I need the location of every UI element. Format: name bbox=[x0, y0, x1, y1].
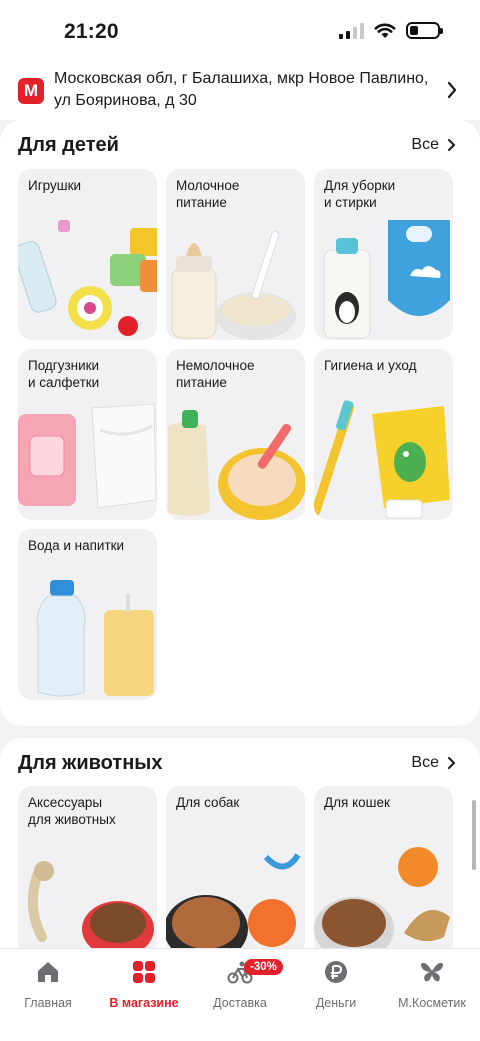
toys-image bbox=[18, 220, 157, 336]
category-tile-non-milk-nutrition[interactable]: Немолочное питание bbox=[166, 349, 305, 520]
tile-label: Для кошек bbox=[324, 795, 390, 810]
see-all-label: Все bbox=[411, 754, 439, 771]
cellular-signal-icon bbox=[339, 22, 364, 39]
tab-label: М.Косметик bbox=[398, 996, 466, 1010]
section-title: Для детей bbox=[18, 133, 119, 156]
bottom-tab-bar: Главная В магазине -30% Доставка Деньги bbox=[0, 948, 480, 1041]
tab-label: Главная bbox=[24, 996, 72, 1010]
tile-label: Немолочное питание bbox=[176, 358, 255, 390]
see-all-label: Все bbox=[411, 136, 439, 153]
category-tile-dogs[interactable]: Для собак bbox=[166, 786, 305, 957]
cat-food-image bbox=[314, 847, 450, 957]
tile-label: Аксессуары для животных bbox=[28, 795, 116, 827]
category-tile-pet-accessories[interactable]: Аксессуары для животных bbox=[18, 786, 157, 957]
home-icon bbox=[38, 962, 58, 982]
category-tile-hygiene[interactable]: Гигиена и уход bbox=[314, 349, 453, 520]
status-bar: 21:20 bbox=[0, 0, 480, 62]
category-tile-toys[interactable]: Игрушки bbox=[18, 169, 157, 340]
see-all-link[interactable]: Все bbox=[411, 754, 456, 772]
address-text: Московская обл, г Балашиха, мкр Новое Па… bbox=[54, 70, 429, 109]
tab-in-store[interactable]: В магазине bbox=[96, 959, 192, 1010]
tab-label: В магазине bbox=[109, 996, 179, 1010]
store-logo-icon: М bbox=[18, 78, 44, 104]
address-bar[interactable]: М Московская обл, г Балашиха, мкр Новое … bbox=[0, 62, 480, 120]
pets-section-header: Для животных Все bbox=[18, 750, 456, 776]
toothbrush-toothpaste-image bbox=[314, 400, 450, 519]
category-tile-cleaning[interactable]: Для уборки и стирки bbox=[314, 169, 453, 340]
status-time: 21:20 bbox=[64, 20, 119, 43]
battery-icon bbox=[406, 22, 443, 39]
tab-home[interactable]: Главная bbox=[0, 959, 96, 1010]
category-tile-diapers[interactable]: Подгузники и салфетки bbox=[18, 349, 157, 520]
tab-label: Доставка bbox=[213, 996, 267, 1010]
category-tile-cats[interactable]: Для кошек bbox=[314, 786, 453, 957]
category-tile-water-drinks[interactable]: Вода и напитки bbox=[18, 529, 157, 700]
tab-m-cosmetic[interactable]: М.Косметик bbox=[384, 959, 480, 1010]
status-icons bbox=[339, 22, 443, 39]
water-juice-image bbox=[36, 580, 154, 697]
ruble-icon bbox=[325, 961, 347, 983]
store-grid-icon bbox=[133, 961, 155, 983]
tab-money[interactable]: Деньги bbox=[288, 959, 384, 1010]
baby-food-image bbox=[168, 410, 305, 520]
tab-label: Деньги bbox=[315, 996, 357, 1010]
laundry-bib-image bbox=[323, 220, 450, 339]
kids-section-header: Для детей Все bbox=[18, 132, 456, 158]
chevron-right-icon bbox=[448, 139, 456, 151]
wifi-icon bbox=[374, 23, 396, 38]
tab-delivery[interactable]: -30% Доставка bbox=[192, 959, 288, 1010]
chevron-right-icon bbox=[447, 81, 457, 99]
kids-section: Для детей Все Игрушки Молочное питание Д… bbox=[0, 120, 480, 726]
tile-label: Для уборки и стирки bbox=[324, 178, 396, 210]
chevron-right-icon bbox=[448, 757, 456, 769]
tile-label: Вода и напитки bbox=[28, 538, 125, 553]
scrollbar[interactable] bbox=[472, 800, 476, 870]
see-all-link[interactable]: Все bbox=[411, 136, 456, 154]
tile-label: Для собак bbox=[176, 795, 240, 810]
butterfly-icon bbox=[421, 962, 443, 982]
rope-toy-bowl-image bbox=[27, 861, 154, 957]
tile-label: Подгузники и салфетки bbox=[28, 358, 100, 390]
section-title: Для животных bbox=[18, 751, 163, 774]
tile-label: Гигиена и уход bbox=[324, 358, 417, 373]
dog-food-image bbox=[166, 853, 301, 957]
discount-badge: -30% bbox=[244, 959, 283, 975]
tile-label: Игрушки bbox=[28, 178, 82, 193]
baby-bottle-image bbox=[171, 230, 296, 340]
tile-label: Молочное питание bbox=[176, 178, 240, 210]
category-tile-milk-nutrition[interactable]: Молочное питание bbox=[166, 169, 305, 340]
diapers-wipes-image bbox=[18, 403, 157, 509]
